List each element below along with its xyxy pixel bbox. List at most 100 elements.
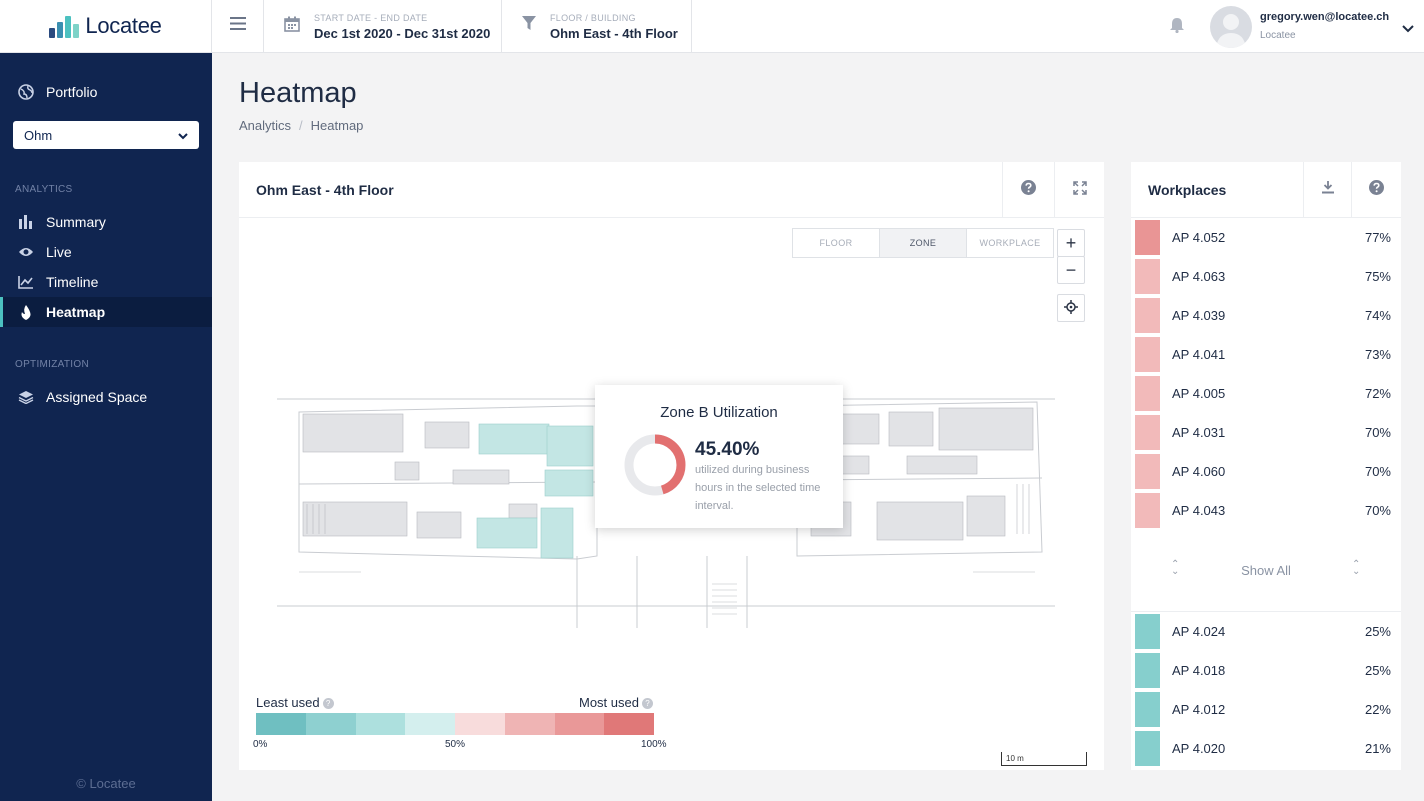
legend-color-step <box>455 713 505 735</box>
floor-filter[interactable]: FLOOR / BUILDING Ohm East - 4th Floor <box>502 0 692 52</box>
workplaces-title: Workplaces <box>1148 182 1227 198</box>
workplace-row[interactable]: AP 4.060 70% <box>1131 452 1401 491</box>
color-swatch <box>1135 298 1160 333</box>
sidebar-item-assigned-space[interactable]: Assigned Space <box>0 382 212 412</box>
section-label-analytics: ANALYTICS <box>15 184 73 195</box>
workplace-row[interactable]: AP 4.012 22% <box>1131 690 1401 729</box>
popup-percentage: 45.40% <box>695 439 760 460</box>
workplace-row[interactable]: AP 4.052 77% <box>1131 218 1401 257</box>
workplace-row[interactable]: AP 4.018 25% <box>1131 651 1401 690</box>
zoom-in-button[interactable]: + <box>1057 229 1085 257</box>
legend-least-label: Least used <box>256 695 320 710</box>
expand-icon <box>1072 180 1087 200</box>
workplace-row[interactable]: AP 4.031 70% <box>1131 413 1401 452</box>
workplace-row[interactable]: AP 4.039 74% <box>1131 296 1401 335</box>
legend-most-used: Most used? <box>579 695 653 710</box>
chevron-down-icon <box>178 128 188 143</box>
zone-utilization-popup: Zone B Utilization 45.40% utilized durin… <box>595 385 843 528</box>
floor-filter-value: Ohm East - 4th Floor <box>550 26 678 41</box>
legend-color-step <box>405 713 455 735</box>
globe-icon <box>18 84 34 100</box>
workplace-percentage: 25% <box>1364 663 1391 678</box>
section-label-optimization: OPTIMIZATION <box>15 359 89 370</box>
help-icon <box>1369 180 1384 200</box>
workplace-percentage: 73% <box>1364 347 1391 362</box>
workplaces-card: Workplaces AP 4.052 77% AP 4.063 75% AP 4.… <box>1131 162 1401 770</box>
user-organization: Locatee <box>1260 30 1296 41</box>
breadcrumb-separator: / <box>299 118 303 133</box>
workplace-percentage: 22% <box>1364 702 1391 717</box>
heatmap-card: Ohm East - 4th Floor FLOOR ZONE WORKPLAC… <box>239 162 1104 770</box>
help-icon[interactable]: ? <box>641 698 653 709</box>
sidebar-item-label: Heatmap <box>46 304 106 320</box>
color-swatch <box>1135 614 1160 649</box>
sidebar-item-label: Live <box>46 244 72 260</box>
workplace-row[interactable]: AP 4.020 21% <box>1131 729 1401 768</box>
workplace-name: AP 4.020 <box>1172 741 1226 756</box>
view-mode-workplace[interactable]: WORKPLACE <box>967 229 1053 257</box>
menu-toggle-button[interactable] <box>212 0 264 52</box>
sidebar-item-portfolio[interactable]: Portfolio <box>0 77 212 107</box>
popup-description: utilized during business hours in the se… <box>695 464 821 512</box>
breadcrumb: Analytics / Heatmap <box>239 118 363 133</box>
workplace-row[interactable]: AP 4.041 73% <box>1131 335 1401 374</box>
workplace-name: AP 4.031 <box>1172 425 1226 440</box>
crosshair-icon <box>1064 298 1078 319</box>
recenter-button[interactable] <box>1057 294 1085 322</box>
sidebar: Locatee Portfolio Ohm ANALYTICS Summary … <box>0 0 212 801</box>
layers-icon <box>18 389 34 405</box>
copyright: © Locatee <box>76 776 136 791</box>
workplace-percentage: 70% <box>1364 503 1391 518</box>
workplace-percentage: 70% <box>1364 425 1391 440</box>
sidebar-item-timeline[interactable]: Timeline <box>0 267 212 297</box>
workplace-percentage: 74% <box>1364 308 1391 323</box>
help-button[interactable] <box>1002 162 1054 218</box>
color-swatch <box>1135 653 1160 688</box>
workplace-row[interactable]: AP 4.043 70% <box>1131 491 1401 530</box>
workplace-name: AP 4.024 <box>1172 624 1226 639</box>
workplace-row[interactable]: AP 4.005 72% <box>1131 374 1401 413</box>
view-mode-zone[interactable]: ZONE <box>880 229 967 257</box>
download-button[interactable] <box>1303 162 1351 218</box>
workplace-row[interactable]: AP 4.024 25% <box>1131 612 1401 651</box>
workplace-name: AP 4.012 <box>1172 702 1226 717</box>
legend-most-label: Most used <box>579 695 639 710</box>
chevron-down-icon[interactable] <box>1402 20 1414 38</box>
workplace-name: AP 4.060 <box>1172 464 1226 479</box>
color-swatch <box>1135 493 1160 528</box>
expand-chevrons-icon: ⌃ ⌄ <box>1352 559 1361 577</box>
zoom-out-button[interactable]: − <box>1057 256 1085 284</box>
sidebar-item-heatmap[interactable]: Heatmap <box>0 297 212 327</box>
workplace-name: AP 4.052 <box>1172 230 1226 245</box>
color-swatch <box>1135 692 1160 727</box>
breadcrumb-analytics[interactable]: Analytics <box>239 118 291 133</box>
bell-icon[interactable] <box>1170 17 1184 38</box>
view-mode-floor[interactable]: FLOOR <box>793 229 880 257</box>
avatar[interactable] <box>1210 6 1252 48</box>
legend-color-step <box>305 713 356 735</box>
show-all-button[interactable]: ⌃ ⌄ Show All ⌃ ⌄ <box>1131 552 1401 582</box>
workplace-row[interactable]: AP 4.063 75% <box>1131 257 1401 296</box>
page-title: Heatmap <box>239 77 357 109</box>
building-select[interactable]: Ohm <box>13 121 199 149</box>
logo[interactable]: Locatee <box>0 0 212 53</box>
date-range-filter[interactable]: START DATE - END DATE Dec 1st 2020 - Dec… <box>264 0 502 52</box>
user-email[interactable]: gregory.wen@locatee.ch <box>1260 11 1389 23</box>
color-swatch <box>1135 376 1160 411</box>
workplace-percentage: 70% <box>1364 464 1391 479</box>
workplaces-header: Workplaces <box>1131 162 1401 218</box>
date-range-value: Dec 1st 2020 - Dec 31st 2020 <box>314 26 491 41</box>
help-button[interactable] <box>1351 162 1401 218</box>
legend-color-step <box>504 713 555 735</box>
popup-title: Zone B Utilization <box>660 404 778 421</box>
sidebar-item-live[interactable]: Live <box>0 237 212 267</box>
download-icon <box>1321 181 1334 199</box>
fullscreen-button[interactable] <box>1054 162 1104 218</box>
sidebar-item-summary[interactable]: Summary <box>0 207 212 237</box>
sidebar-item-label: Summary <box>46 214 106 230</box>
topbar: START DATE - END DATE Dec 1st 2020 - Dec… <box>212 0 1424 53</box>
summary-icon <box>18 214 34 230</box>
help-icon[interactable]: ? <box>322 698 334 709</box>
workplace-name: AP 4.063 <box>1172 269 1226 284</box>
color-swatch <box>1135 731 1160 766</box>
